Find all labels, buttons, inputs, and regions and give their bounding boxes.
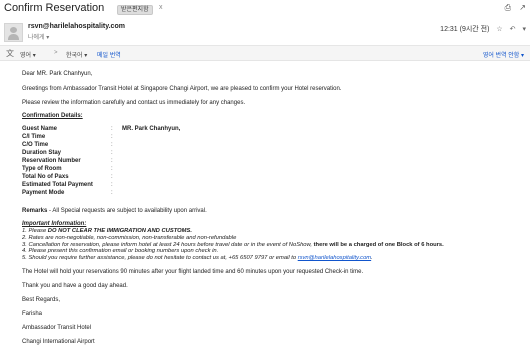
detail-row: Payment Mode: bbox=[22, 190, 322, 198]
info-item: 4. Please present this confirmation emai… bbox=[22, 248, 219, 255]
detail-colon: : bbox=[111, 126, 113, 132]
message-header-actions: 12:31 (9시간 전) ☆ ↶ ▾ bbox=[440, 24, 526, 34]
translate-icon: 文 bbox=[6, 49, 14, 58]
info-item: 1. Please DO NOT CLEAR THE IMMIGRATION A… bbox=[22, 228, 444, 235]
remarks: Remarks - All Special requests are subje… bbox=[22, 208, 207, 214]
important-info-list: 1. Please DO NOT CLEAR THE IMMIGRATION A… bbox=[22, 228, 444, 262]
info-item: 5. Should you require further assistance… bbox=[22, 255, 444, 262]
language-arrow: > bbox=[54, 50, 58, 56]
hold-paragraph: The Hotel will hold your reservations 90… bbox=[22, 269, 364, 275]
detail-colon: : bbox=[111, 142, 113, 148]
detail-colon: : bbox=[111, 190, 113, 196]
intro-paragraph: Greetings from Ambassador Transit Hotel … bbox=[22, 85, 342, 92]
translate-message-link[interactable]: 메일 번역 bbox=[97, 50, 121, 59]
detail-label: Total No of Paxs bbox=[22, 174, 69, 180]
detail-row: Type of Room: bbox=[22, 166, 322, 174]
never-translate-label: 영어 번역 안함 bbox=[482, 53, 520, 59]
reply-icon[interactable]: ↶ bbox=[510, 26, 516, 33]
info-item: 3. Cancellation for reservation, please … bbox=[22, 242, 444, 249]
detail-colon: : bbox=[111, 134, 113, 140]
signature-name: Farisha bbox=[22, 311, 43, 317]
info-emphasis: there will be a charged of one Block of … bbox=[313, 241, 444, 248]
recipient-dropdown-icon[interactable]: ▾ bbox=[46, 35, 49, 41]
remove-label-icon[interactable]: x bbox=[159, 4, 163, 11]
detail-label: Guest Name bbox=[22, 126, 58, 132]
regards: Best Regards, bbox=[22, 297, 61, 303]
info-text: 5. Should you require further assistance… bbox=[22, 255, 298, 262]
info-text: . bbox=[371, 255, 373, 262]
subject-bar: Confirm Reservation 받은편지함 x ⎙ ↗ bbox=[0, 0, 530, 18]
detail-label: C/I Time bbox=[22, 134, 46, 140]
detail-label: C/O Time bbox=[22, 142, 49, 148]
detail-row: Guest Name: MR. Park Chanhyun, bbox=[22, 126, 322, 134]
confirmation-details-title: Confirmation Details: bbox=[22, 113, 83, 119]
info-emphasis: DO NOT CLEAR THE IMMIGRATION AND CUSTOMS… bbox=[47, 228, 192, 234]
info-text: 3. Cancellation for reservation, please … bbox=[22, 241, 314, 248]
detail-row: C/O Time: bbox=[22, 142, 322, 150]
detail-row: Reservation Number: bbox=[22, 158, 322, 166]
detail-colon: : bbox=[111, 158, 113, 164]
sender-avatar bbox=[4, 23, 23, 42]
greeting: Dear MR. Park Chanhyun, bbox=[22, 71, 93, 77]
reservation-email-link[interactable]: rsvn@harilelahospitality.com bbox=[298, 255, 371, 261]
target-language-select[interactable]: 한국어 ▾ bbox=[66, 50, 87, 59]
inbox-label-tag[interactable]: 받은편지함 bbox=[117, 5, 153, 15]
sender-email[interactable]: rsvn@harilelahospitality.com bbox=[28, 23, 125, 30]
more-icon[interactable]: ▾ bbox=[522, 26, 526, 33]
info-item: 2. Rates are non-negotiable, non-commiss… bbox=[22, 234, 237, 241]
detail-row: Duration Stay: bbox=[22, 150, 322, 158]
detail-label: Duration Stay bbox=[22, 150, 62, 156]
recipient-text: 나에게 bbox=[28, 35, 45, 41]
detail-colon: : bbox=[111, 166, 113, 172]
signature-place: Changi International Airport bbox=[22, 339, 95, 345]
detail-row: C/I Time: bbox=[22, 134, 322, 142]
detail-colon: : bbox=[111, 150, 113, 156]
source-language-label: 영어 bbox=[20, 53, 32, 59]
important-info-title: Important Information: bbox=[22, 221, 87, 227]
print-icon[interactable]: ⎙ bbox=[505, 3, 511, 12]
detail-row: Total No of Paxs: bbox=[22, 174, 322, 182]
detail-label: Estimated Total Payment bbox=[22, 182, 93, 188]
star-icon[interactable]: ☆ bbox=[496, 26, 502, 33]
new-window-icon[interactable]: ↗ bbox=[519, 3, 526, 12]
never-translate-link[interactable]: 영어 번역 안함 ▾ bbox=[483, 50, 524, 59]
detail-colon: : bbox=[111, 174, 113, 180]
message-time: 12:31 (9시간 전) bbox=[440, 26, 490, 33]
translate-bar: 文 영어 ▾ > 한국어 ▾ 메일 번역 영어 번역 안함 ▾ bbox=[0, 46, 530, 61]
detail-label: Payment Mode bbox=[22, 190, 65, 196]
source-language-select[interactable]: 영어 ▾ bbox=[20, 50, 36, 59]
review-paragraph: Please review the information carefully … bbox=[22, 100, 246, 106]
detail-row: Estimated Total Payment: bbox=[22, 182, 322, 190]
email-body-intro: Dear MR. Park Chanhyun, Greetings from A… bbox=[22, 71, 522, 108]
signature-hotel: Ambassador Transit Hotel bbox=[22, 325, 92, 331]
email-subject: Confirm Reservation bbox=[4, 2, 105, 14]
detail-label: Reservation Number bbox=[22, 158, 81, 164]
remarks-text: - All Special requests are subject to av… bbox=[47, 208, 207, 214]
thanks-paragraph: Thank you and have a good day ahead. bbox=[22, 283, 128, 289]
recipient-label[interactable]: 나에게 ▾ bbox=[28, 32, 49, 41]
remarks-label: Remarks bbox=[22, 208, 48, 214]
detail-colon: : bbox=[111, 182, 113, 188]
detail-label: Type of Room bbox=[22, 166, 62, 172]
detail-value: MR. Park Chanhyun, bbox=[122, 126, 181, 132]
info-text: 1. Please bbox=[22, 228, 48, 234]
target-language-label: 한국어 bbox=[66, 53, 83, 59]
